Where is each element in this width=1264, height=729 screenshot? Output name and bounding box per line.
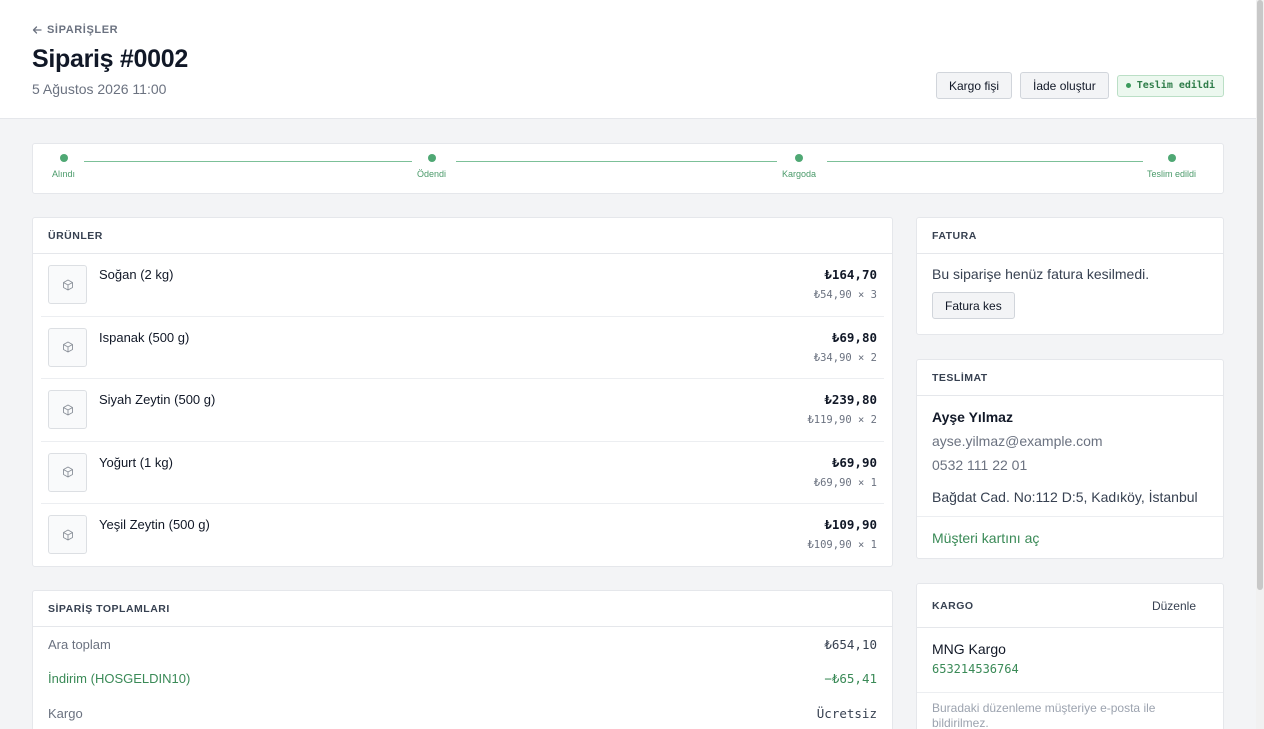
order-progress: Alındı Ödendi Kargoda Teslim edildi <box>32 143 1224 194</box>
invoice-heading: FATURA <box>917 218 1223 254</box>
shipping-slip-button[interactable]: Kargo fişi <box>935 72 1012 99</box>
step-dot-icon <box>59 154 68 162</box>
scrollbar-thumb[interactable] <box>1257 0 1263 590</box>
product-row: Soğan (2 kg) ₺164,70 ₺54,90 × 3 <box>41 254 884 317</box>
product-unit-price: ₺119,90 × 2 <box>807 414 877 427</box>
product-total: ₺109,90 <box>824 517 877 533</box>
product-thumbnail <box>48 265 87 304</box>
edit-shipping-button[interactable]: Düzenle <box>1152 599 1196 613</box>
carrier-name: MNG Kargo <box>932 641 1006 657</box>
discount-row: İndirim (HOSGELDIN10) −₺65,41 <box>33 662 892 697</box>
product-total: ₺239,80 <box>824 392 877 408</box>
product-name: Yoğurt (1 kg) <box>99 454 173 470</box>
create-return-button[interactable]: İade oluştur <box>1020 72 1109 99</box>
progress-line <box>456 161 777 162</box>
invoice-card: FATURA Bu siparişe henüz fatura kesilmed… <box>916 217 1224 335</box>
customer-email: ayse.yilmaz@example.com <box>932 433 1103 449</box>
product-row: Ispanak (500 g) ₺69,80 ₺34,90 × 2 <box>41 317 884 380</box>
page-header: SİPARİŞLER Sipariş #0002 5 Ağustos 2026 … <box>0 0 1256 119</box>
product-name: Siyah Zeytin (500 g) <box>99 392 216 408</box>
subtotal-row: Ara toplam ₺654,10 <box>33 627 892 662</box>
product-name: Ispanak (500 g) <box>99 329 190 345</box>
shipping-edit-note: Buradaki düzenleme müşteriye e-posta ile… <box>932 701 1156 729</box>
product-total: ₺69,90 <box>831 454 877 470</box>
delivery-heading: TESLİMAT <box>917 360 1223 396</box>
step-label: Kargoda <box>782 169 817 179</box>
product-thumbnail <box>48 390 87 430</box>
customer-phone: 0532 111 22 01 <box>932 457 1028 473</box>
page-title: Sipariş #0002 <box>32 45 188 73</box>
progress-line <box>827 161 1143 162</box>
subtotal-value: ₺654,10 <box>824 636 877 652</box>
order-totals-heading: SİPARİŞ TOPLAMLARI <box>33 591 892 627</box>
create-invoice-button[interactable]: Fatura kes <box>932 292 1015 319</box>
step-label: Alındı <box>52 169 76 179</box>
customer-name: Ayşe Yılmaz <box>932 409 1013 425</box>
status-dot-icon <box>1125 83 1131 88</box>
package-icon <box>62 279 73 290</box>
product-name: Yeşil Zeytin (500 g) <box>99 517 210 533</box>
product-unit-price: ₺109,90 × 1 <box>807 539 877 552</box>
invoice-message: Bu siparişe henüz fatura kesilmedi. <box>932 266 1150 282</box>
product-row: Yoğurt (1 kg) ₺69,90 ₺69,90 × 1 <box>41 442 884 505</box>
back-to-orders-link[interactable]: SİPARİŞLER <box>32 24 118 36</box>
package-icon <box>62 341 73 353</box>
shipping-cost-label: Kargo <box>48 705 83 721</box>
package-icon <box>62 466 73 478</box>
products-card: ÜRÜNLER Soğan (2 kg) ₺164,70 ₺54,90 × 3 … <box>32 217 893 567</box>
step-dot-icon <box>1167 154 1176 162</box>
page-scrollbar[interactable] <box>1256 0 1264 729</box>
product-row: Yeşil Zeytin (500 g) ₺109,90 ₺109,90 × 1 <box>41 504 884 566</box>
arrow-left-icon <box>32 26 42 34</box>
shipping-heading-label: KARGO <box>932 599 974 612</box>
progress-step-shipped: Kargoda <box>782 154 816 179</box>
order-totals-card: SİPARİŞ TOPLAMLARI Ara toplam ₺654,10 İn… <box>32 590 893 729</box>
open-customer-card-link[interactable]: Müşteri kartını aç <box>932 530 1208 546</box>
product-total: ₺164,70 <box>824 267 877 282</box>
delivery-heading-label: TESLİMAT <box>932 371 988 384</box>
package-icon <box>62 404 73 416</box>
step-label: Ödendi <box>417 169 447 179</box>
header-actions: Kargo fişi İade oluştur Teslim edildi <box>935 72 1224 99</box>
products-heading: ÜRÜNLER <box>33 218 892 254</box>
product-unit-price: ₺34,90 × 2 <box>813 351 877 364</box>
shipping-cost-value: Ücretsiz <box>816 705 877 721</box>
step-label: Teslim edildi <box>1147 169 1197 179</box>
product-total: ₺69,80 <box>831 329 877 345</box>
shipping-cost-row: Kargo Ücretsiz <box>33 696 892 729</box>
product-row: Siyah Zeytin (500 g) ₺239,80 ₺119,90 × 2 <box>41 379 884 442</box>
product-thumbnail <box>48 327 87 367</box>
order-totals-heading-label: SİPARİŞ TOPLAMLARI <box>48 602 170 615</box>
delivery-card: TESLİMAT Ayşe Yılmaz ayse.yilmaz@example… <box>916 359 1224 559</box>
progress-step-paid: Ödendi <box>417 154 446 179</box>
back-link-label: SİPARİŞLER <box>47 24 119 36</box>
product-name: Soğan (2 kg) <box>99 267 174 282</box>
discount-value: −₺65,41 <box>824 671 877 687</box>
shipping-card: KARGO Düzenle MNG Kargo 653214536764 Bur… <box>916 583 1224 729</box>
discount-label: İndirim (HOSGELDIN10) <box>48 671 191 687</box>
status-badge-label: Teslim edildi <box>1136 80 1215 91</box>
subtotal-label: Ara toplam <box>48 636 111 652</box>
status-badge: Teslim edildi <box>1116 74 1224 97</box>
product-unit-price: ₺69,90 × 1 <box>813 476 877 489</box>
progress-step-delivered: Teslim edildi <box>1147 154 1196 179</box>
step-dot-icon <box>795 154 804 162</box>
progress-step-received: Alındı <box>52 154 75 179</box>
product-thumbnail <box>48 515 87 555</box>
product-unit-price: ₺54,90 × 3 <box>813 289 877 301</box>
product-thumbnail <box>48 452 87 492</box>
step-dot-icon <box>427 154 436 162</box>
invoice-heading-label: FATURA <box>932 229 977 242</box>
product-list: Soğan (2 kg) ₺164,70 ₺54,90 × 3 Ispanak … <box>33 254 892 566</box>
shipping-heading: KARGO Düzenle <box>917 584 1223 628</box>
products-heading-label: ÜRÜNLER <box>48 229 103 242</box>
delivery-address: Bağdat Cad. No:112 D:5, Kadıköy, İstanbu… <box>932 489 1198 505</box>
progress-line <box>84 161 412 162</box>
tracking-number-link[interactable]: 653214536764 <box>932 662 1208 676</box>
package-icon <box>62 529 73 541</box>
order-date: 5 Ağustos 2026 11:00 <box>32 81 167 97</box>
